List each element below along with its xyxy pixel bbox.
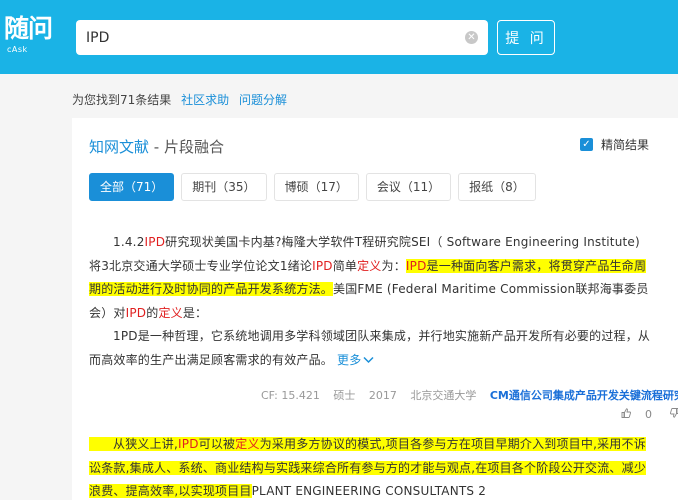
thumbs-down-icon — [669, 408, 678, 418]
result-meta: CF: 15.421 硕士 2017 北京交通大学 CM通信公司集成产品开发关键… — [261, 387, 678, 403]
document-title-link[interactable]: CM通信公司集成产品开发关键流程研究 — [490, 389, 678, 402]
snippet-text: 从狭义上讲, — [113, 437, 179, 451]
filter-tabs: 全部（71） 期刊（35） 博硕（17） 会议（11） 报纸（8） — [89, 173, 543, 201]
more-label: 更多 — [337, 352, 362, 367]
tab-all[interactable]: 全部（71） — [89, 173, 175, 201]
chevron-down-icon — [363, 356, 374, 363]
card-title: 知网文献 - 片段融合 — [89, 136, 224, 157]
snippet-text: PLANT ENGINEERING CONSULTANTS 2 — [251, 484, 487, 498]
results-summary-line: 为您找到71条结果 社区求助 问题分解 — [72, 91, 287, 108]
keyword: IPD — [178, 437, 199, 451]
logo-subtext: cAsk — [7, 45, 28, 54]
concise-results-label: 精简结果 — [601, 138, 650, 152]
problem-decompose-link[interactable]: 问题分解 — [239, 93, 287, 107]
keyword: 定义 — [357, 258, 382, 273]
school-name: 北京交通大学 — [410, 389, 477, 402]
keyword: IPD — [144, 235, 166, 249]
results-card: 知网文献 - 片段融合 ✓ 精简结果 全部（71） 期刊（35） 博硕（17） … — [72, 118, 678, 500]
keyword: IPD — [405, 258, 427, 273]
keyword: IPD — [312, 258, 333, 273]
result-snippet-1: 1.4.2IPD研究现状美国卡内基?梅隆大学软件T程研究院SEI（ Softwa… — [89, 231, 651, 372]
snippet-text: 1.4.2 — [113, 235, 145, 249]
search-input[interactable] — [76, 20, 456, 55]
thumbs-down-button[interactable]: 0 — [669, 408, 678, 421]
keyword: IPD — [125, 305, 147, 320]
result-snippet-2: 从狭义上讲,IPD可以被定义为采用多方协议的模式,项目各参与方在项目早期介入到项… — [89, 433, 651, 500]
cf-score: CF: 15.421 — [261, 389, 320, 402]
logo[interactable]: 随问 cAsk — [4, 14, 62, 60]
thumbs-up-button[interactable]: 0 — [621, 408, 652, 421]
keyword: 定义 — [235, 437, 260, 451]
vote-bar: 0 0 — [607, 408, 678, 421]
publish-year: 2017 — [368, 389, 397, 402]
top-bar: 随问 cAsk ✕ 提 问 — [0, 0, 678, 74]
thumbs-up-count: 0 — [645, 408, 652, 421]
results-count: 为您找到71条结果 — [72, 93, 172, 107]
snippet-text: 可以被 — [198, 437, 236, 451]
search-box: ✕ — [76, 20, 488, 55]
keyword: 定义 — [158, 305, 183, 320]
degree-type: 硕士 — [333, 389, 356, 402]
snippet-text: 是： — [182, 305, 208, 320]
snippet-text: 为： — [381, 258, 406, 273]
concise-results-toggle[interactable]: ✓ 精简结果 — [580, 136, 649, 153]
card-title-source[interactable]: 知网文献 — [89, 138, 149, 156]
tab-journal[interactable]: 期刊（35） — [181, 173, 267, 201]
logo-text: 随问 — [4, 14, 53, 43]
snippet-text: 的 — [146, 305, 159, 320]
checkbox-checked-icon[interactable]: ✓ — [580, 138, 593, 151]
tab-newspaper[interactable]: 报纸（8） — [458, 173, 536, 201]
thumbs-up-icon — [621, 408, 632, 418]
more-link[interactable]: 更多 — [337, 353, 374, 367]
ask-button[interactable]: 提 问 — [497, 20, 555, 55]
tab-thesis[interactable]: 博硕（17） — [273, 173, 359, 201]
snippet-text: 简单 — [332, 258, 358, 273]
clear-icon[interactable]: ✕ — [465, 31, 478, 44]
community-help-link[interactable]: 社区求助 — [181, 93, 229, 107]
card-title-subtitle: - 片段融合 — [149, 138, 224, 156]
tab-conference[interactable]: 会议（11） — [365, 173, 452, 201]
